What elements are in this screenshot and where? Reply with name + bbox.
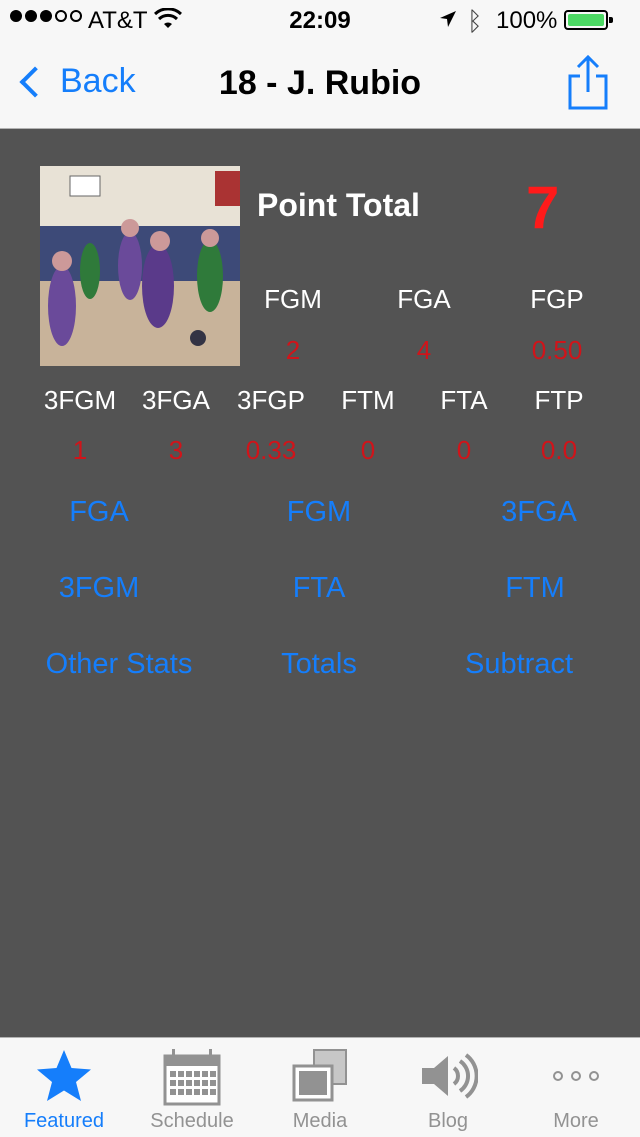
tab-bar: Featured Schedule Media Blog More (0, 1037, 640, 1137)
star-icon (37, 1050, 91, 1101)
stat-label-ftm: FTM (341, 385, 395, 415)
stat-label-fga: FGA (397, 284, 451, 314)
stat-value-fta: 0 (456, 435, 472, 465)
stat-label-3fgm: 3FGM (43, 385, 117, 415)
stat-label-fta: FTA (440, 385, 488, 415)
stat-label-ftp: FTP (534, 385, 584, 415)
navigation-bar: Back 18 - J. Rubio (0, 40, 640, 129)
tab-featured[interactable]: Featured (0, 1038, 128, 1137)
stat-value-ftp: 0.0 (540, 435, 578, 465)
more-icon (553, 1071, 599, 1081)
speaker-icon (422, 1053, 478, 1099)
stat-value-fga: 4 (416, 335, 432, 365)
calendar-icon (163, 1049, 221, 1106)
stat-value-ftm: 0 (360, 435, 376, 465)
status-bar: AT&T 22:09 ᛒ 100% (0, 0, 640, 40)
media-icon (292, 1049, 347, 1102)
add-fgm-button[interactable]: FGM (249, 496, 389, 529)
tab-schedule[interactable]: Schedule (128, 1038, 256, 1137)
totals-button[interactable]: Totals (249, 648, 389, 681)
add-fga-button[interactable]: FGA (29, 496, 169, 529)
add-fta-button[interactable]: FTA (249, 572, 389, 605)
point-total-label: Point Total (257, 187, 420, 223)
stat-label-fgm: FGM (264, 284, 322, 314)
tab-label: Media (292, 1110, 348, 1132)
other-stats-button[interactable]: Other Stats (34, 648, 204, 681)
page-title: 18 - J. Rubio (218, 64, 422, 102)
share-icon[interactable] (566, 54, 610, 110)
battery-percent: 100% (496, 7, 558, 34)
subtract-button[interactable]: Subtract (449, 648, 589, 681)
add-3fga-button[interactable]: 3FGA (469, 496, 609, 529)
stat-label-fgp: FGP (530, 284, 584, 314)
tab-more[interactable]: More (512, 1038, 640, 1137)
location-arrow-icon (440, 11, 456, 27)
tab-label: Blog (427, 1110, 469, 1132)
tab-label: More (553, 1110, 599, 1132)
tab-label: Schedule (150, 1110, 234, 1132)
stat-value-fgp: 0.50 (531, 335, 583, 365)
stat-value-3fgp: 0.33 (245, 435, 297, 465)
stat-label-3fga: 3FGA (142, 385, 210, 415)
bluetooth-icon: ᛒ (467, 6, 483, 36)
point-total-value: 7 (526, 174, 560, 241)
stat-value-fgm: 2 (285, 335, 301, 365)
tab-label: Featured (23, 1110, 105, 1132)
stat-label-3fgp: 3FGP (237, 385, 305, 415)
add-3fgm-button[interactable]: 3FGM (29, 572, 169, 605)
tab-blog[interactable]: Blog (384, 1038, 512, 1137)
player-stats-panel: Point Total 7 FGM FGA FGP 2 4 0.50 3FGM … (0, 129, 640, 1037)
battery-icon (564, 10, 613, 30)
player-photo (40, 166, 240, 366)
stat-value-3fga: 3 (168, 435, 184, 465)
add-ftm-button[interactable]: FTM (465, 572, 605, 605)
stat-value-3fgm: 1 (72, 435, 88, 465)
tab-media[interactable]: Media (256, 1038, 384, 1137)
